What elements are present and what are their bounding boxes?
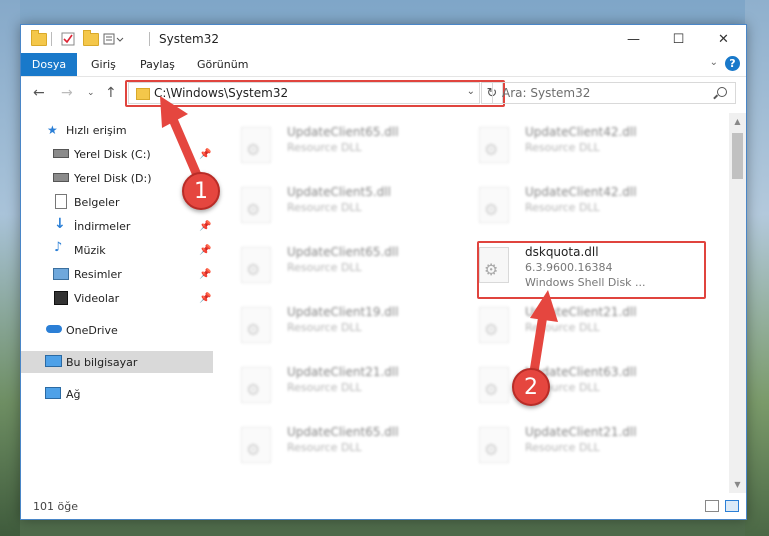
arrow-2-icon	[528, 290, 558, 383]
step-2-badge: 2	[512, 368, 550, 406]
step-1-badge: 1	[182, 172, 220, 210]
arrow-1-icon	[160, 96, 205, 187]
annotation-arrows	[160, 96, 558, 383]
